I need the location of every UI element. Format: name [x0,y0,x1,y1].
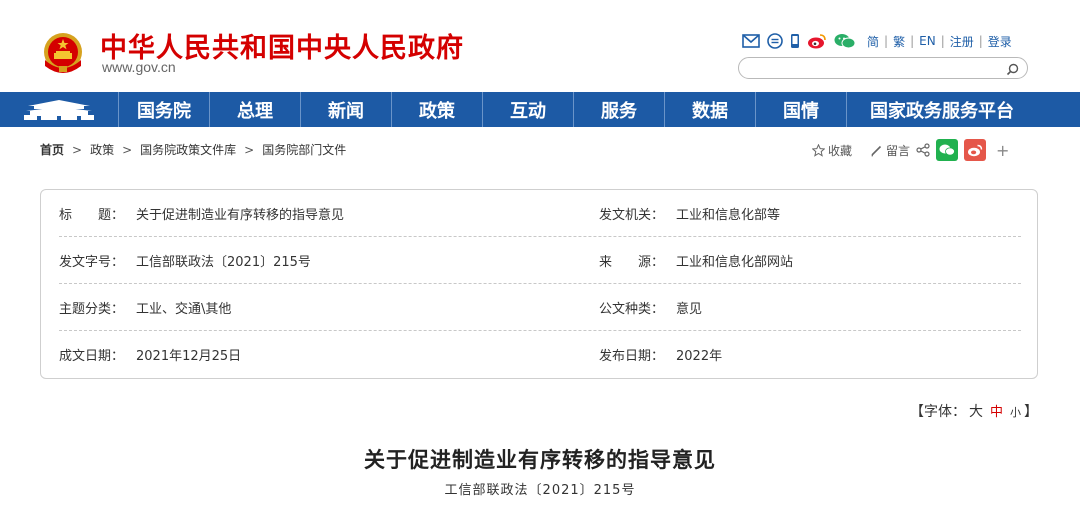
top-tools: 简 | 繁 | EN | 注册 | 登录 [742,31,1012,51]
search-icon[interactable] [1006,61,1019,80]
breadcrumb-arrow: > [122,142,133,157]
site-header: 中华人民共和国中央人民政府 www.gov.cn 简 | 繁 | EN | 注册… [0,0,1080,92]
info-row: 发文字号： 工信部联政法〔2021〕215号 来 源： 工业和信息化部网站 [59,237,1021,284]
share-bar: 收藏 留言 + [812,139,1009,161]
nav-item-premier[interactable]: 总理 [209,92,300,127]
info-title: 标 题： 关于促进制造业有序转移的指导意见 [59,190,344,237]
breadcrumb-arrow: > [72,142,83,157]
nav-item-national-info[interactable]: 国情 [755,92,846,127]
separator: | [978,34,983,48]
english-link[interactable]: EN [919,34,936,48]
font-size-open: 【字体： [910,404,966,420]
info-value: 工信部联政法〔2021〕215号 [136,255,311,270]
separator: | [910,34,915,48]
info-label: 发布日期： [599,349,665,364]
traditional-link[interactable]: 繁 [893,33,905,50]
separator: | [884,34,889,48]
info-value: 工业和信息化部等 [676,208,781,223]
font-size-small[interactable]: 小 [1010,404,1021,420]
nav-item-state-council[interactable]: 国务院 [118,92,209,127]
info-label: 主题分类： [59,302,125,317]
search-box [738,57,1028,79]
info-row: 主题分类： 工业、交通\其他 公文种类： 意见 [59,284,1021,331]
document-info-box: 标 题： 关于促进制造业有序转移的指导意见 发文机关： 工业和信息化部等 发文字… [40,189,1038,379]
weibo-share-icon[interactable] [964,139,987,161]
info-value: 意见 [676,302,703,317]
breadcrumb-policy-library[interactable]: 国务院政策文件库 [140,141,236,158]
share-icon[interactable] [916,143,930,157]
info-published-date: 发布日期： 2022年 [599,331,722,378]
message-icon[interactable] [767,33,783,49]
breadcrumb-dept-docs[interactable]: 国务院部门文件 [262,141,346,158]
star-icon [812,143,825,157]
info-category: 主题分类： 工业、交通\其他 [59,284,231,331]
info-row: 标 题： 关于促进制造业有序转移的指导意见 发文机关： 工业和信息化部等 [59,190,1021,237]
info-label: 发文机关： [599,208,665,223]
comment-label: 留言 [886,143,911,158]
wechat-icon[interactable] [834,33,856,49]
info-label: 标 题： [59,208,125,223]
info-label: 来 源： [599,255,665,270]
simplified-link[interactable]: 简 [867,33,879,50]
favorite-button[interactable]: 收藏 [812,142,852,159]
article-doc-number: 工信部联政法〔2021〕215号 [444,483,636,498]
nav-item-news[interactable]: 新闻 [300,92,391,127]
mail-icon[interactable] [742,34,760,48]
nav-home[interactable] [0,92,118,127]
weibo-icon[interactable] [807,33,827,49]
register-link[interactable]: 注册 [950,33,974,50]
breadcrumb: 首页 > 政策 > 国务院政策文件库 > 国务院部门文件 [40,141,346,158]
info-doc-type: 公文种类： 意见 [599,284,702,331]
info-value: 2022年 [676,349,723,364]
wechat-share-icon[interactable] [936,139,959,161]
comment-button[interactable]: 留言 [870,142,910,159]
national-emblem-icon[interactable] [40,30,86,78]
breadcrumb-arrow: > [244,142,255,157]
main-nav: 国务院 总理 新闻 政策 互动 服务 数据 国情 国家政务服务平台 [0,92,1080,127]
nav-item-gov-service-platform[interactable]: 国家政务服务平台 [846,92,1037,127]
info-row: 成文日期： 2021年12月25日 发布日期： 2022年 [59,331,1021,378]
pencil-icon [871,145,882,156]
mobile-icon[interactable] [790,33,800,49]
nav-item-interaction[interactable]: 互动 [482,92,573,127]
nav-items: 国务院 总理 新闻 政策 互动 服务 数据 国情 国家政务服务平台 [118,92,1037,127]
font-size-large[interactable]: 大 [969,401,983,421]
breadcrumb-home[interactable]: 首页 [40,141,64,158]
login-link[interactable]: 登录 [988,33,1012,50]
breadcrumb-policy[interactable]: 政策 [90,141,114,158]
font-size-close: 】 [1024,404,1039,420]
font-size-control: 【字体： 大 中 小 】 [910,401,1038,421]
nav-item-data[interactable]: 数据 [664,92,755,127]
tiananmen-icon [24,99,94,120]
info-value: 工业和信息化部网站 [676,255,794,270]
info-value: 关于促进制造业有序转移的指导意见 [136,208,345,223]
info-label: 成文日期： [59,349,125,364]
info-doc-number: 发文字号： 工信部联政法〔2021〕215号 [59,237,311,284]
nav-item-services[interactable]: 服务 [573,92,664,127]
article-title: 关于促进制造业有序转移的指导意见 [364,447,716,472]
language-links: 简 | 繁 | EN | 注册 | 登录 [867,33,1012,50]
nav-item-policy[interactable]: 政策 [391,92,482,127]
separator: | [940,34,945,48]
font-size-medium[interactable]: 中 [990,401,1003,420]
search-input[interactable] [751,60,1001,76]
info-label: 公文种类： [599,302,665,317]
info-label: 发文字号： [59,255,125,270]
info-created-date: 成文日期： 2021年12月25日 [59,331,241,378]
site-domain: www.gov.cn [102,59,176,75]
favorite-label: 收藏 [828,143,853,158]
info-value: 工业、交通\其他 [136,302,232,317]
info-value: 2021年12月25日 [136,349,242,364]
more-share-icon[interactable]: + [996,141,1009,160]
info-source: 来 源： 工业和信息化部网站 [599,237,793,284]
info-issuer: 发文机关： 工业和信息化部等 [599,190,780,237]
